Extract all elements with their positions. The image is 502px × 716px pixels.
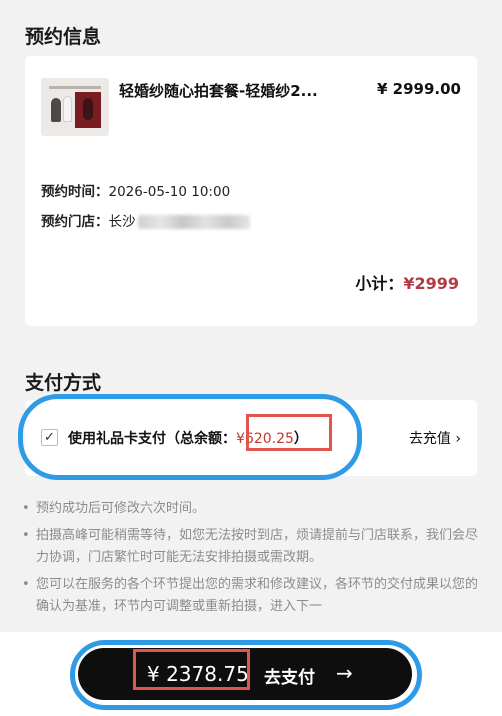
booking-notes: • 预约成功后可修改六次时间。 • 拍摄高峰可能稍需等待，如您无法按时到店，烦请… — [22, 498, 482, 623]
redacted-store-address — [137, 215, 250, 229]
booking-time-row: 预约时间：2026-05-10 10:00 — [41, 180, 230, 200]
annotation-circle-gift-card — [18, 394, 362, 480]
booking-time-value: 2026-05-10 10:00 — [108, 184, 231, 200]
booking-section-title: 预约信息 — [25, 26, 102, 48]
booking-store-value: 长沙 — [108, 214, 136, 230]
chevron-right-icon: › — [455, 431, 461, 447]
recharge-link[interactable]: 去充值 › — [409, 428, 461, 448]
booking-store-label: 预约门店： — [41, 214, 109, 230]
payment-section-title: 支付方式 — [25, 372, 102, 394]
note-item: • 您可以在服务的各个环节提出您的需求和修改建议，各环节的交付成果以您的确认为基… — [22, 574, 482, 618]
note-text: 预约成功后可修改六次时间。 — [36, 501, 206, 516]
note-item: • 预约成功后可修改六次时间。 — [22, 498, 482, 520]
recharge-label: 去充值 — [408, 431, 451, 447]
subtotal: 小计：¥2999 — [355, 270, 459, 294]
bullet-icon: • — [22, 577, 30, 592]
package-thumbnail[interactable] — [41, 78, 109, 136]
package-title[interactable]: 轻婚纱随心拍套餐-轻婚纱2... — [119, 80, 318, 101]
bullet-icon: • — [22, 528, 30, 543]
subtotal-value: ¥2999 — [403, 274, 459, 293]
note-text: 拍摄高峰可能稍需等待，如您无法按时到店，烦请提前与门店联系，我们会尽力协调，门店… — [36, 528, 479, 565]
bullet-icon: • — [22, 501, 30, 516]
booking-time-label: 预约时间： — [41, 184, 109, 200]
note-text: 您可以在服务的各个环节提出您的需求和修改建议，各环节的交付成果以您的确认为基准，… — [36, 577, 479, 614]
subtotal-label: 小计： — [355, 274, 404, 293]
booking-store-row: 预约门店：长沙 — [41, 210, 250, 230]
annotation-circle-pay — [70, 640, 422, 710]
package-price: ¥ 2999.00 — [377, 80, 461, 98]
note-item: • 拍摄高峰可能稍需等待，如您无法按时到店，烦请提前与门店联系，我们会尽力协调，… — [22, 525, 482, 569]
booking-card: 轻婚纱随心拍套餐-轻婚纱2... ¥ 2999.00 预约时间：2026-05-… — [25, 56, 477, 326]
